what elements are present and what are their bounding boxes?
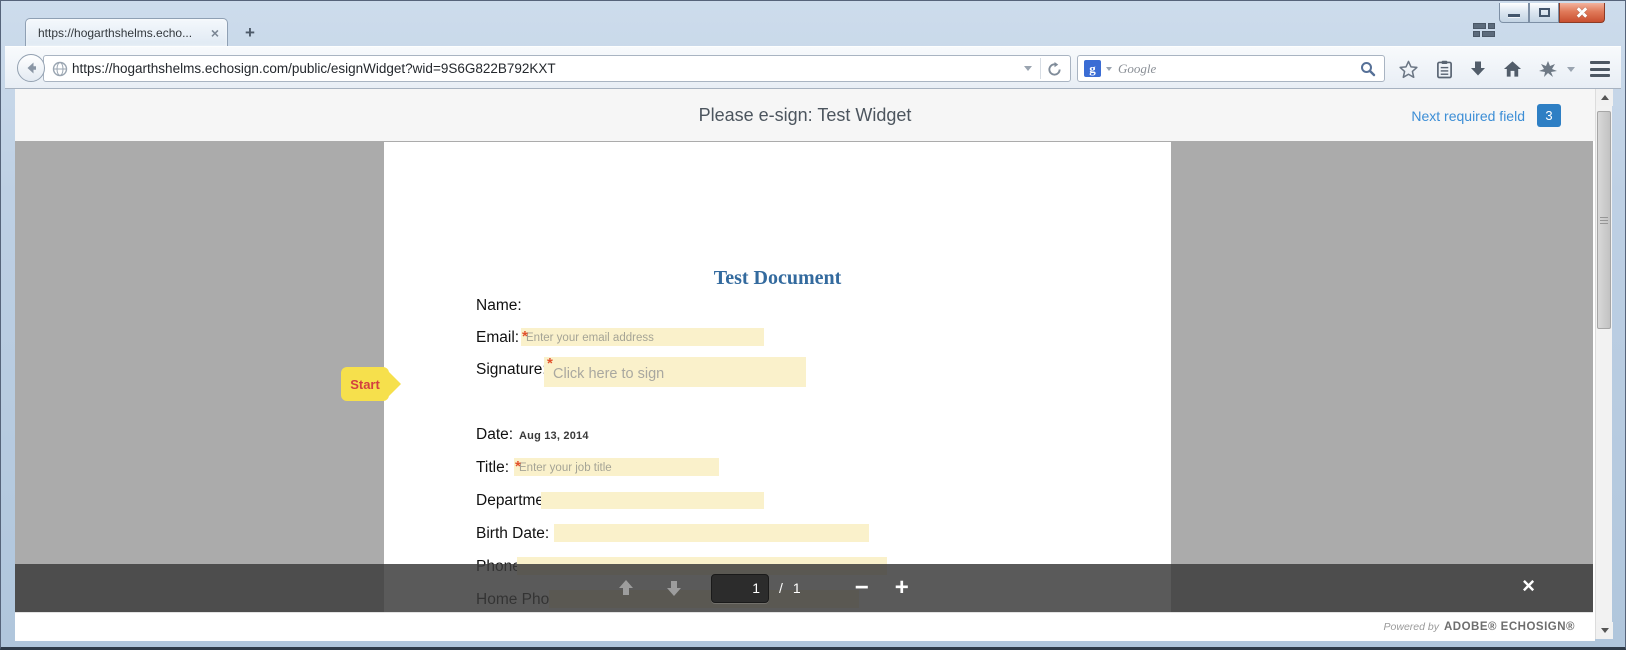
field-label-signature: Signature: <box>476 361 547 378</box>
search-bar[interactable]: g <box>1077 55 1385 82</box>
page-title: Please e-sign: Test Widget <box>698 105 912 125</box>
esign-header: Please e-sign: Test Widget Next required… <box>15 89 1595 141</box>
field-label-date: Date: <box>476 426 514 443</box>
date-value: Aug 13, 2014 <box>519 430 589 442</box>
scroll-down-icon <box>1600 628 1609 633</box>
scroll-down-button[interactable] <box>1596 622 1613 639</box>
url-dropdown-icon[interactable] <box>1024 66 1032 71</box>
menu-button[interactable] <box>1585 57 1615 81</box>
zoom-out-button[interactable]: − <box>855 576 869 600</box>
email-required-mark: * <box>522 328 528 345</box>
department-input[interactable] <box>541 493 764 511</box>
downloads-button[interactable] <box>1465 57 1491 81</box>
title-input[interactable] <box>514 459 719 477</box>
bookmarks-menu-button[interactable] <box>1431 57 1457 81</box>
close-window-button[interactable] <box>1559 3 1605 23</box>
maximize-icon <box>1538 8 1550 17</box>
back-arrow-icon <box>27 62 36 74</box>
reload-button[interactable] <box>1040 58 1064 79</box>
minimize-icon <box>1508 14 1520 17</box>
bookmark-star-button[interactable] <box>1395 57 1421 81</box>
scroll-up-button[interactable] <box>1596 89 1613 106</box>
arrow-up-icon <box>618 580 634 596</box>
addon-button[interactable] <box>1533 57 1563 81</box>
signature-field[interactable]: * Click here to sign <box>544 355 806 387</box>
tab-title: https://hogarthshelms.echo... <box>38 25 193 40</box>
next-page-button[interactable] <box>663 577 685 599</box>
minimize-button[interactable] <box>1499 3 1529 23</box>
maximize-button[interactable] <box>1529 3 1559 23</box>
adobe-echosign-brand: ADOBE® ECHOSIGN® <box>1443 621 1575 633</box>
addon-dropdown-icon[interactable] <box>1563 57 1579 81</box>
page-number-input[interactable] <box>711 573 769 603</box>
required-count-badge[interactable]: 3 <box>1537 104 1561 127</box>
title-field[interactable]: * <box>514 458 719 477</box>
start-tag[interactable]: Start <box>341 367 401 401</box>
site-globe-icon <box>52 61 68 77</box>
document-page: Test Document Name: Email: * Signature: … <box>384 142 1171 612</box>
start-tag-label: Start <box>350 376 380 392</box>
previous-page-button[interactable] <box>615 577 637 599</box>
tab-close-icon[interactable]: × <box>211 26 219 40</box>
window-controls <box>1499 3 1605 23</box>
email-field[interactable]: * <box>521 328 764 347</box>
hamburger-icon <box>1590 61 1610 77</box>
page-total: 1 <box>792 580 801 596</box>
download-icon <box>1471 61 1485 76</box>
pager-toolbar: / 1 − + × <box>15 564 1593 612</box>
tab-groups-icon[interactable] <box>1473 23 1497 38</box>
arrow-down-icon <box>666 580 682 596</box>
pager-close-button[interactable]: × <box>1522 575 1535 597</box>
url-input[interactable] <box>72 61 1016 76</box>
signature-required-mark: * <box>547 355 553 372</box>
star-icon <box>1398 60 1418 78</box>
reload-icon <box>1048 62 1061 76</box>
field-label-title: Title: <box>476 459 510 476</box>
back-button[interactable] <box>17 54 45 82</box>
home-icon <box>1503 61 1521 77</box>
clipboard-icon <box>1436 60 1452 78</box>
document-title: Test Document <box>713 267 842 289</box>
signature-placeholder: Click here to sign <box>553 366 665 382</box>
page-separator: / <box>779 580 783 596</box>
document-viewer: Test Document Name: Email: * Signature: … <box>15 141 1593 612</box>
close-icon <box>1575 6 1589 20</box>
search-icon[interactable] <box>1360 61 1376 77</box>
field-label-name: Name: <box>476 297 522 314</box>
email-input[interactable] <box>521 329 764 347</box>
vertical-scrollbar[interactable] <box>1595 89 1613 639</box>
navigation-toolbar: g <box>5 46 1621 89</box>
zoom-in-button[interactable]: + <box>895 576 909 600</box>
department-field[interactable] <box>541 492 764 511</box>
page-content: Please e-sign: Test Widget Next required… <box>15 89 1595 641</box>
url-bar[interactable] <box>43 55 1071 82</box>
birthdate-field[interactable] <box>554 524 869 543</box>
field-label-birthdate: Birth Date: <box>476 525 550 542</box>
esign-footer: Powered by ADOBE® ECHOSIGN® <box>15 612 1593 641</box>
search-engine-dropdown-icon[interactable] <box>1106 66 1112 71</box>
addon-icon <box>1539 61 1557 77</box>
next-required-field-link[interactable]: Next required field <box>1411 108 1525 124</box>
scrollbar-thumb[interactable] <box>1597 111 1611 329</box>
browser-tab[interactable]: https://hogarthshelms.echo... × <box>25 18 228 46</box>
title-required-mark: * <box>515 458 521 475</box>
new-tab-button[interactable]: + <box>236 23 264 43</box>
powered-by-label: Powered by <box>1383 621 1439 633</box>
field-label-email: Email: <box>476 329 520 346</box>
search-input[interactable] <box>1118 60 1360 77</box>
search-engine-icon[interactable]: g <box>1084 60 1101 77</box>
home-button[interactable] <box>1499 57 1525 81</box>
birthdate-input[interactable] <box>554 525 869 543</box>
browser-window: https://hogarthshelms.echo... × + https:… <box>0 0 1626 650</box>
scroll-up-icon <box>1600 95 1609 100</box>
